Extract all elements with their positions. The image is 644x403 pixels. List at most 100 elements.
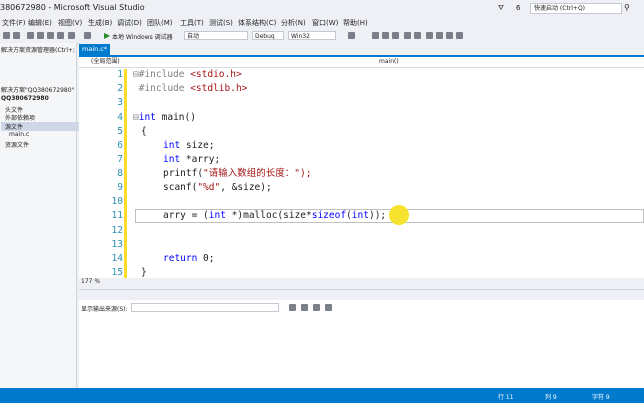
code-line-6: 6 int size; (79, 139, 644, 153)
code-line-3: 3 (79, 96, 644, 110)
line-number: 9 (117, 182, 123, 193)
code-text: scanf("%d", &size); (163, 182, 272, 193)
attach-icon[interactable] (348, 32, 355, 39)
quick-launch-input[interactable]: 快速启动 (Ctrl+Q) (530, 3, 622, 14)
menu-build[interactable]: 生成(B) (88, 18, 112, 28)
output-source-label: 显示输出来源(S): (81, 306, 128, 313)
menu-analyze[interactable]: 分析(N) (281, 18, 306, 28)
bookmark-prev-icon[interactable] (436, 32, 443, 39)
line-number: 1 (117, 69, 123, 80)
tree-item-resources[interactable]: 资源文件 (1, 140, 79, 149)
new-file-icon[interactable] (27, 32, 34, 39)
save-all-icon[interactable] (57, 32, 64, 39)
search-icon[interactable]: ⚲ (624, 3, 630, 12)
menu-debug[interactable]: 调试(D) (117, 18, 142, 28)
filter-icon[interactable]: ⛛ (498, 4, 504, 13)
line-number: 3 (117, 97, 123, 108)
menu-window[interactable]: 窗口(W) (312, 18, 338, 28)
status-char: 字符 9 (592, 394, 610, 401)
output-icon-1[interactable] (289, 304, 296, 311)
play-icon[interactable]: ▶ (104, 31, 110, 40)
navigation-bar: (全局范围) main() (79, 57, 644, 68)
code-line-11: 11 arry = (int *)malloc(size*sizeof(int)… (79, 209, 644, 223)
menu-file[interactable]: 文件(F) (2, 18, 26, 28)
output-source-select[interactable] (131, 303, 279, 312)
solution-explorer: 解决方案资源管理器(Ctrl+;) 解决方案"QQ380672980"(1 个项… (0, 43, 79, 388)
code-text: #include <stdlib.h> (133, 83, 248, 94)
menu-view[interactable]: 视图(V) (58, 18, 82, 28)
document-tabs: main.c* (79, 43, 644, 57)
menu-help[interactable]: 帮助(H) (343, 18, 368, 28)
editor-zoom-bar: 177 % (79, 278, 644, 286)
toolbar: ▶ 本地 Windows 调试器 自动 Debug Win32 (0, 29, 644, 44)
menu-bar: 文件(F) 编辑(E) 视图(V) 生成(B) 调试(D) 团队(M) 工具(T… (0, 17, 644, 29)
output-header (79, 290, 644, 300)
zoom-level[interactable]: 177 % (81, 278, 100, 286)
code-line-9: 9 scanf("%d", &size); (79, 181, 644, 195)
platform-select[interactable]: Win32 (288, 31, 336, 40)
code-line-13: 13 (79, 238, 644, 252)
uncomment-icon[interactable] (414, 32, 421, 39)
bookmark-icon[interactable] (426, 32, 433, 39)
code-line-12: 12 (79, 224, 644, 238)
scope-select[interactable]: (全局范围) (91, 57, 120, 67)
menu-edit[interactable]: 编辑(E) (28, 18, 52, 28)
open-file-icon[interactable] (37, 32, 44, 39)
tab-main-c[interactable]: main.c* (79, 44, 111, 55)
undo-icon[interactable] (68, 32, 75, 39)
line-number: 6 (117, 140, 123, 151)
line-number: 5 (117, 126, 123, 137)
code-line-4: 4 ⊟int main() (79, 111, 644, 125)
forward-icon[interactable] (13, 32, 20, 39)
line-number: 13 (111, 239, 123, 250)
output-icon-2[interactable] (301, 304, 308, 311)
code-text: int *arry; (163, 154, 221, 165)
run-mode-select[interactable]: 自动 (184, 31, 248, 40)
toolbar-icon-1[interactable] (372, 32, 379, 39)
code-text: ⊟#include <stdio.h> (133, 69, 242, 80)
solution-explorer-title: 解决方案资源管理器(Ctrl+;) (1, 47, 75, 54)
code-line-2: 2 #include <stdlib.h> (79, 82, 644, 96)
status-line: 行 11 (498, 394, 514, 401)
code-line-8: 8 printf("请输入数组的长度："); (79, 167, 644, 181)
code-editor[interactable]: main.c* (全局范围) main() 1 ⊟#include <stdio… (79, 43, 644, 282)
tree-item-project[interactable]: QQ380672980 (1, 95, 75, 102)
line-number: 4 (117, 112, 123, 123)
code-text: ⊟int main() (133, 112, 196, 123)
save-icon[interactable] (47, 32, 54, 39)
tree-item-main-c[interactable]: main.c (1, 131, 83, 138)
code-line-5: 5 { (79, 125, 644, 139)
window-title: 380672980 - Microsoft Visual Studio (0, 3, 145, 12)
output-icon-3[interactable] (313, 304, 320, 311)
back-icon[interactable] (3, 32, 10, 39)
toolbar-icon-2[interactable] (382, 32, 389, 39)
comment-icon[interactable] (404, 32, 411, 39)
code-line-7: 7 int *arry; (79, 153, 644, 167)
menu-test[interactable]: 测试(S) (209, 18, 233, 28)
menu-architecture[interactable]: 体系结构(C) (238, 18, 276, 28)
tree-item-source[interactable]: 源文件 (1, 122, 79, 131)
output-icon-4[interactable] (325, 304, 332, 311)
line-number: 14 (111, 253, 123, 264)
status-bar: 行 11 列 9 字符 9 (0, 388, 644, 403)
bookmark-next-icon[interactable] (446, 32, 453, 39)
config-select[interactable]: Debug (252, 31, 284, 40)
toolbar-icon-3[interactable] (392, 32, 399, 39)
redo-icon[interactable] (84, 32, 91, 39)
code-text: { (141, 126, 147, 137)
tree-item-external[interactable]: 外部依赖项 (1, 113, 79, 122)
code-text: arry = (int *)malloc(size*sizeof(int)); (163, 210, 387, 221)
output-panel: 显示输出来源(S): (79, 289, 644, 389)
bookmark-clear-icon[interactable] (456, 32, 463, 39)
menu-tools[interactable]: 工具(T) (180, 18, 204, 28)
code-text: printf("请输入数组的长度："); (163, 168, 312, 179)
line-number: 11 (111, 210, 123, 221)
menu-team[interactable]: 团队(M) (147, 18, 173, 28)
code-text: return 0; (163, 253, 215, 264)
member-select[interactable]: main() (379, 57, 399, 67)
notification-count[interactable]: 6 (516, 4, 520, 12)
code-line-10: 10 (79, 195, 644, 209)
tree-item-solution[interactable]: 解决方案"QQ380672980"(1 个项目) (1, 85, 75, 94)
line-number: 2 (117, 83, 123, 94)
run-debugger-button[interactable]: 本地 Windows 调试器 (112, 32, 173, 41)
